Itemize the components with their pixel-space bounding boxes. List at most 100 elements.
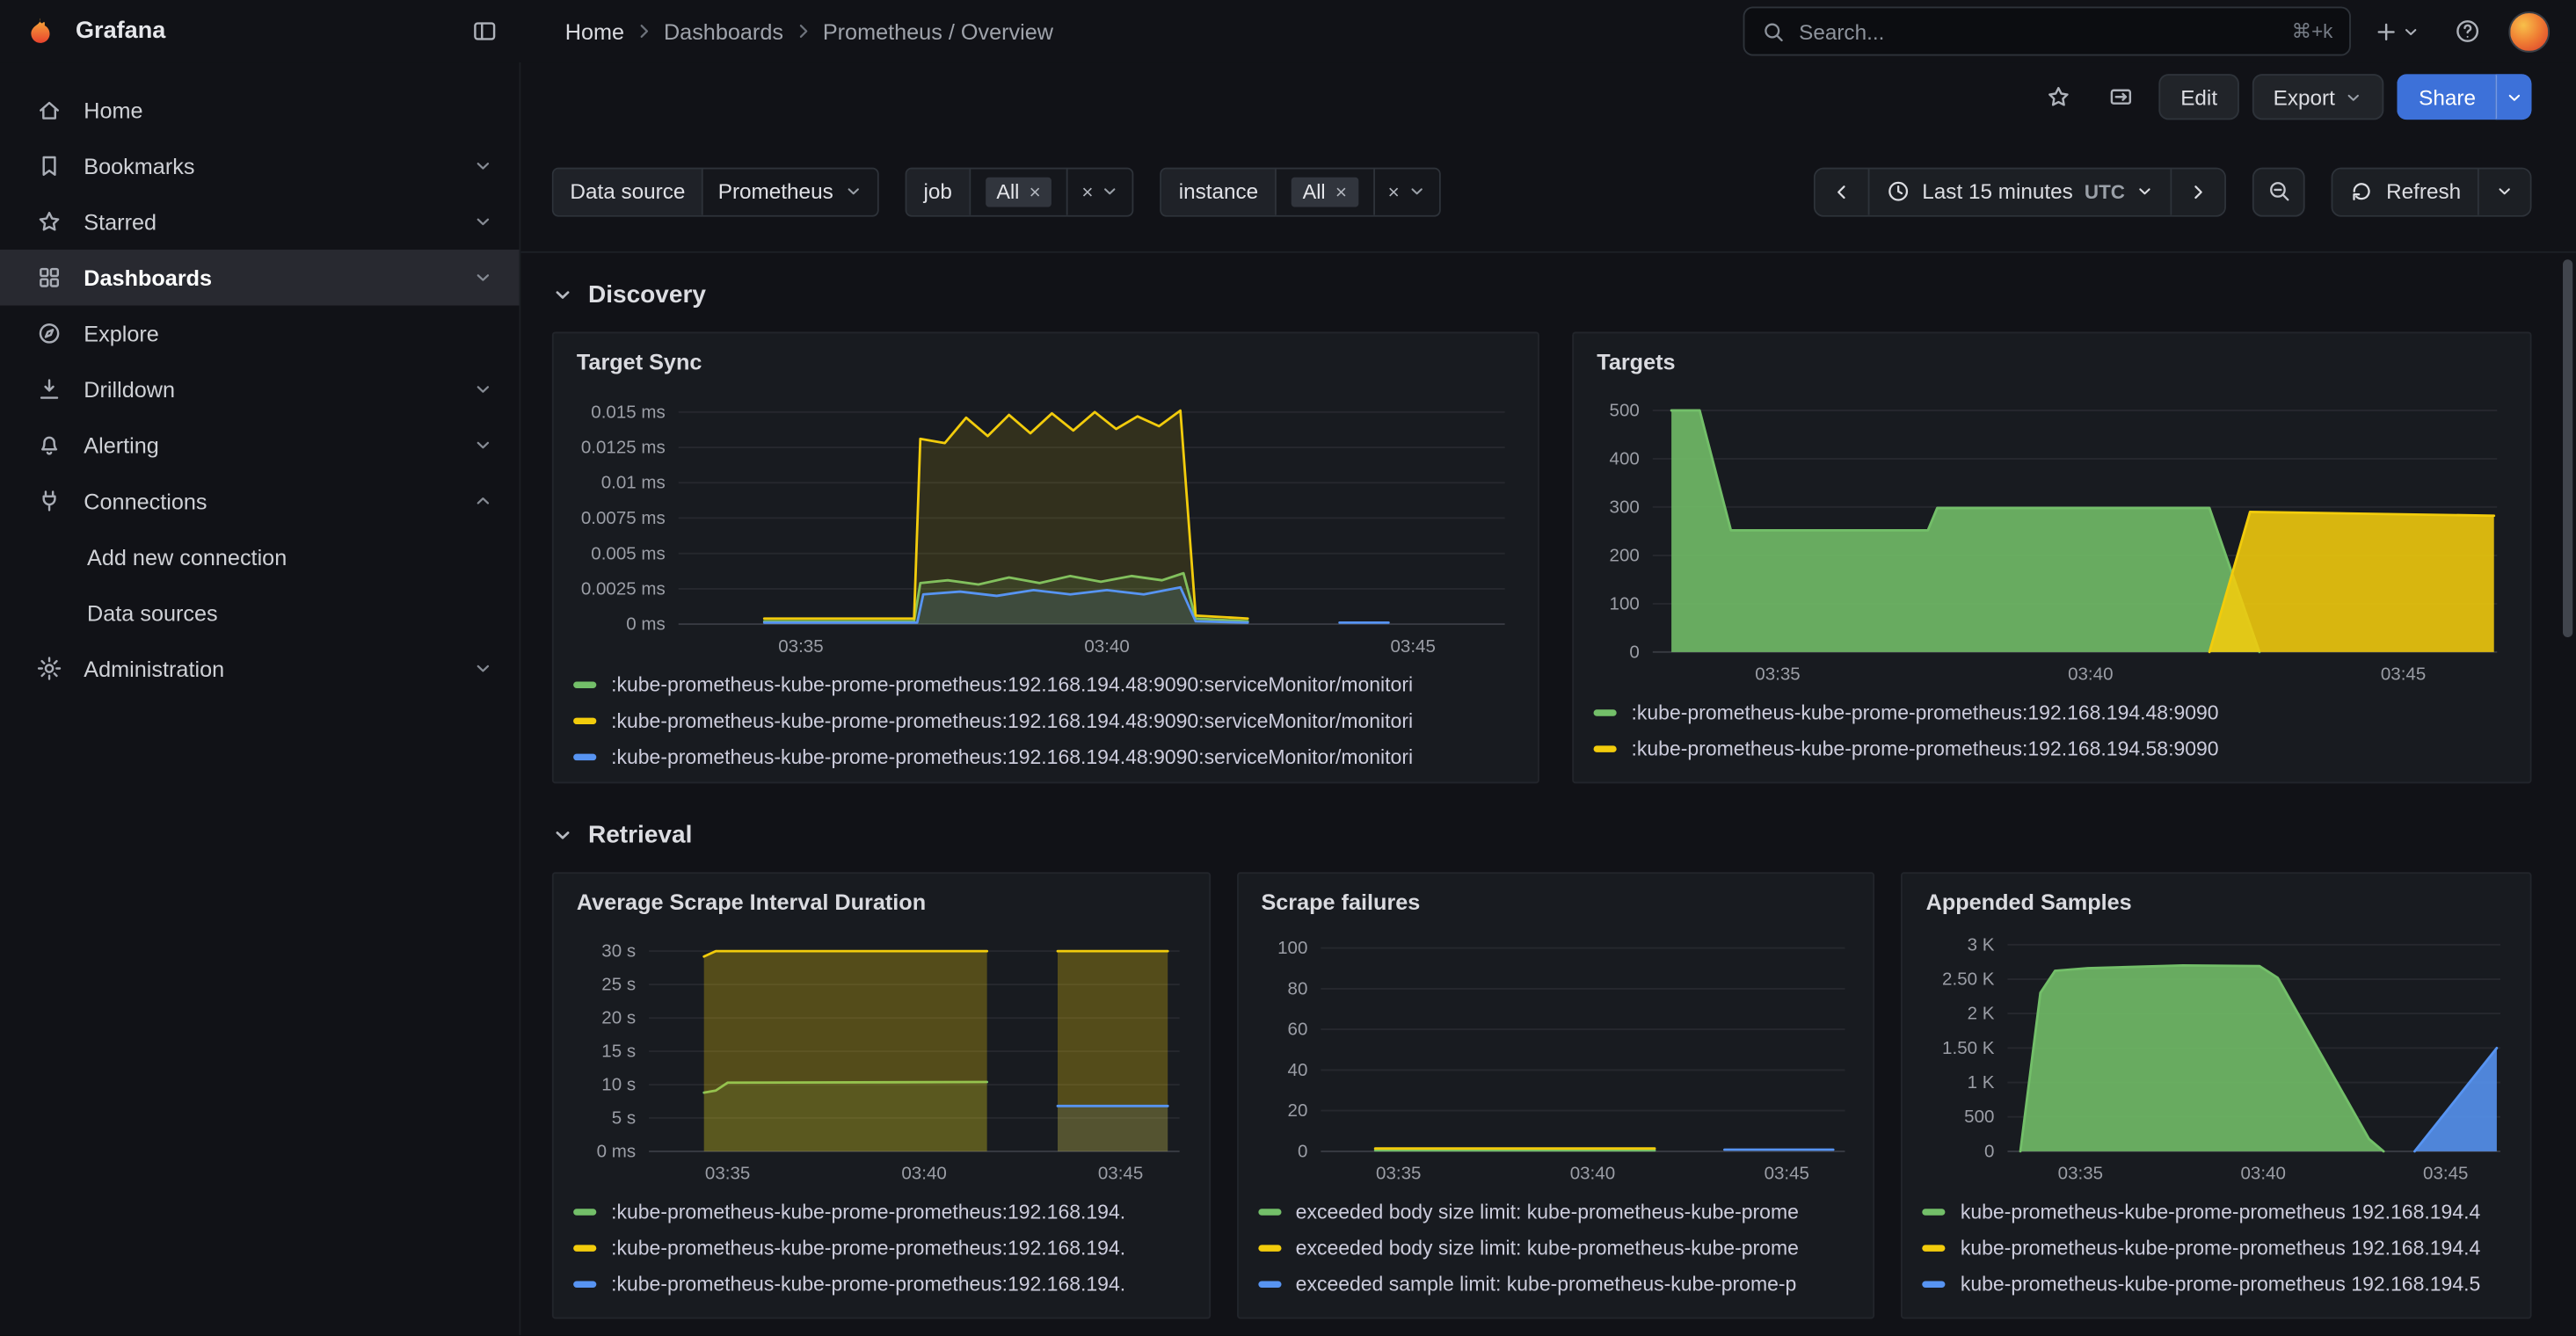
section-retrieval-toggle[interactable]: Retrieval <box>552 817 693 853</box>
section-title: Discovery <box>588 280 706 309</box>
section-discovery-toggle[interactable]: Discovery <box>552 276 706 312</box>
legend-item[interactable]: kube-prometheus-kube-prome-prometheus 19… <box>1923 1231 2510 1267</box>
clear-icon[interactable]: × <box>1388 181 1400 200</box>
sidebar-item-add-new-connection[interactable]: Add new connection <box>0 529 519 585</box>
legend-item[interactable]: :kube-prometheus-kube-prome-prometheus:1… <box>573 1194 1189 1230</box>
breadcrumb-home[interactable]: Home <box>565 18 624 43</box>
instance-clear-and-open[interactable]: × <box>1373 169 1439 214</box>
sidebar-item-bookmarks[interactable]: Bookmarks <box>0 138 519 194</box>
sidebar-item-drilldown[interactable]: Drilldown <box>0 361 519 418</box>
svg-text:0.005 ms: 0.005 ms <box>591 543 666 563</box>
data-source-picker[interactable]: Prometheus <box>703 169 877 214</box>
legend-item[interactable]: :kube-prometheus-kube-prome-prometheus:1… <box>573 703 1517 739</box>
sidebar-item-starred[interactable]: Starred <box>0 193 519 250</box>
legend-item[interactable]: kube-prometheus-kube-prome-prometheus 19… <box>1923 1194 2510 1230</box>
legend-label: exceeded body size limit: kube-prometheu… <box>1296 1201 1799 1223</box>
targets-legend: :kube-prometheus-kube-prome-prometheus:1… <box>1594 694 2511 766</box>
svg-text:1 K: 1 K <box>1968 1072 1995 1093</box>
chevron-right-icon <box>793 21 812 40</box>
time-shift-forward-button[interactable] <box>2171 169 2225 214</box>
legend-item[interactable]: :kube-prometheus-kube-prome-prometheus:1… <box>573 739 1517 775</box>
variable-label: job <box>907 169 971 214</box>
svg-text:100: 100 <box>1610 593 1640 614</box>
scrollbar[interactable] <box>2563 259 2572 1335</box>
sidebar-item-home[interactable]: Home <box>0 82 519 138</box>
sidebar-item-data-sources[interactable]: Data sources <box>0 584 519 641</box>
refresh-button[interactable]: Refresh <box>2333 169 2478 214</box>
remove-value-icon[interactable]: × <box>1030 181 1041 200</box>
selected-value-chip[interactable]: All × <box>985 177 1052 207</box>
job-picker[interactable]: All × <box>970 169 1066 214</box>
scrape-failures-chart[interactable]: 02040608010003:3503:4003:45 <box>1258 925 1854 1187</box>
panel-layout-button[interactable] <box>2097 72 2146 121</box>
svg-text:25 s: 25 s <box>601 975 636 995</box>
navigation-sidebar: Home Bookmarks Starred Dashboards <box>0 62 520 1335</box>
legend-item[interactable]: :kube-prometheus-kube-prome-prometheus:1… <box>573 1231 1189 1267</box>
dashboard-canvas: Discovery Target Sync 0 ms0.0025 ms0.005… <box>520 253 2576 1319</box>
share-button[interactable]: Share <box>2398 74 2496 120</box>
dock-icon <box>471 18 498 45</box>
chevron-down-icon <box>1408 182 1426 200</box>
new-button[interactable] <box>2368 6 2427 55</box>
timezone-label: UTC <box>2085 180 2125 203</box>
job-clear-and-open[interactable]: × <box>1067 169 1133 214</box>
sidebar-item-administration[interactable]: Administration <box>0 641 519 697</box>
appended-samples-chart[interactable]: 05001 K1.50 K2 K2.50 K3 K03:3503:4003:45 <box>1923 925 2510 1187</box>
chevron-down-icon <box>2402 22 2420 40</box>
targets-chart[interactable]: 010020030040050003:3503:4003:45 <box>1594 384 2511 688</box>
edit-button[interactable]: Edit <box>2159 74 2238 120</box>
user-avatar[interactable] <box>2508 11 2550 52</box>
sidebar-toggle-button[interactable] <box>460 6 509 55</box>
svg-text:60: 60 <box>1287 1020 1307 1040</box>
sidebar-item-dashboards[interactable]: Dashboards <box>0 250 519 306</box>
help-button[interactable] <box>2443 6 2492 55</box>
selected-value-chip[interactable]: All × <box>1292 177 1358 207</box>
svg-text:0 ms: 0 ms <box>597 1141 637 1161</box>
legend-item[interactable]: kube-prometheus-kube-prome-prometheus 19… <box>1923 1267 2510 1303</box>
legend-item[interactable]: exceeded body size limit: kube-prometheu… <box>1258 1231 1854 1267</box>
legend-label: :kube-prometheus-kube-prome-prometheus:1… <box>611 709 1413 732</box>
share-dropdown-button[interactable] <box>2495 74 2531 120</box>
legend-item[interactable]: exceeded sample limit: kube-prometheus-k… <box>1258 1267 1854 1303</box>
svg-text:80: 80 <box>1287 978 1307 998</box>
chevron-up-icon <box>473 491 492 511</box>
svg-text:03:35: 03:35 <box>2058 1164 2103 1184</box>
svg-text:2.50 K: 2.50 K <box>1943 969 1996 990</box>
svg-text:03:40: 03:40 <box>1569 1164 1614 1184</box>
target-sync-chart[interactable]: 0 ms0.0025 ms0.005 ms0.0075 ms0.01 ms0.0… <box>573 384 1517 660</box>
panel-title: Scrape failures <box>1261 890 1853 915</box>
panel-average-scrape-interval: Average Scrape Interval Duration 0 ms5 s… <box>552 872 1211 1318</box>
zoom-out-button[interactable] <box>2253 167 2306 216</box>
legend-item[interactable]: :kube-prometheus-kube-prome-prometheus:1… <box>1594 731 2511 767</box>
chevron-down-icon <box>473 380 492 399</box>
legend-item[interactable]: :kube-prometheus-kube-prome-prometheus:1… <box>573 667 1517 703</box>
grafana-logo[interactable] <box>19 6 59 55</box>
svg-text:03:40: 03:40 <box>2241 1164 2286 1184</box>
legend-item[interactable]: exceeded body size limit: kube-prometheu… <box>1258 1194 1854 1230</box>
panel-title: Targets <box>1597 350 2510 374</box>
svg-text:0: 0 <box>1629 642 1639 662</box>
breadcrumb-dashboards[interactable]: Dashboards <box>664 18 783 43</box>
legend-item[interactable]: :kube-prometheus-kube-prome-prometheus:1… <box>1594 694 2511 730</box>
clear-icon[interactable]: × <box>1081 181 1093 200</box>
avg-scrape-interval-chart[interactable]: 0 ms5 s10 s15 s20 s25 s30 s03:3503:4003:… <box>573 925 1189 1187</box>
favorite-star-button[interactable] <box>2034 72 2084 121</box>
time-shift-back-button[interactable] <box>1816 169 1868 214</box>
panel-scrape-failures: Scrape failures 02040608010003:3503:4003… <box>1236 872 1874 1318</box>
remove-value-icon[interactable]: × <box>1335 181 1347 200</box>
sidebar-item-explore[interactable]: Explore <box>0 306 519 362</box>
instance-picker[interactable]: All × <box>1277 169 1373 214</box>
series-color-marker <box>1923 1282 1946 1288</box>
export-button[interactable]: Export <box>2252 74 2384 120</box>
chevron-right-icon <box>634 21 653 40</box>
time-range-group: Last 15 minutes UTC <box>1814 167 2227 216</box>
variable-label: instance <box>1162 169 1277 214</box>
legend-label: :kube-prometheus-kube-prome-prometheus:1… <box>611 1273 1125 1296</box>
sidebar-item-alerting[interactable]: Alerting <box>0 418 519 474</box>
refresh-interval-dropdown[interactable] <box>2478 169 2530 214</box>
sidebar-item-connections[interactable]: Connections <box>0 473 519 529</box>
scrollbar-thumb[interactable] <box>2563 259 2572 637</box>
search-input[interactable]: Search... ⌘+k <box>1743 6 2351 55</box>
time-range-picker[interactable]: Last 15 minutes UTC <box>1868 169 2172 214</box>
legend-item[interactable]: :kube-prometheus-kube-prome-prometheus:1… <box>573 1267 1189 1303</box>
